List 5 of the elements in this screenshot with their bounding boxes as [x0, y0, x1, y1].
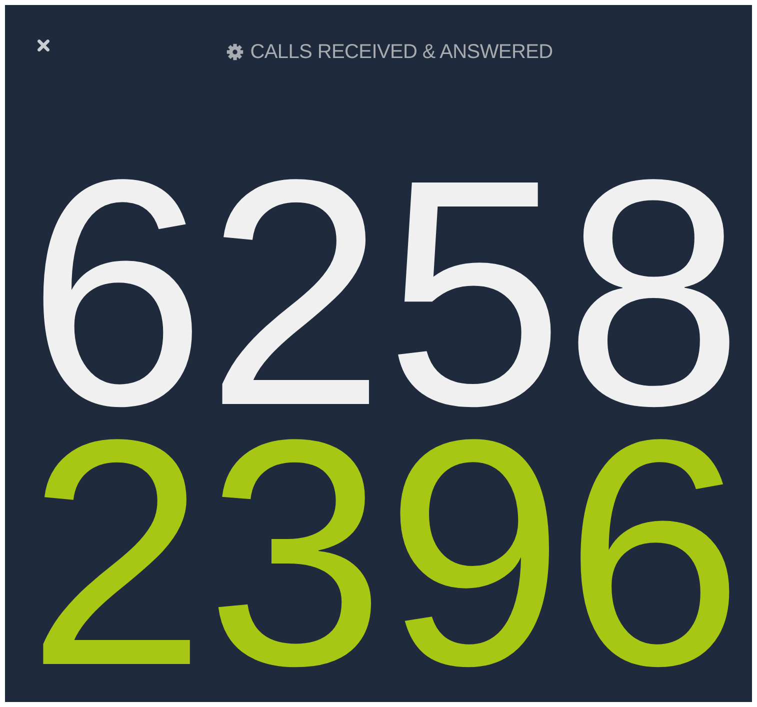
widget-title: CALLS RECEIVED & ANSWERED: [250, 40, 553, 64]
count-value: 2396: [27, 424, 744, 684]
gear-icon[interactable]: [226, 43, 244, 61]
close-icon[interactable]: [37, 39, 50, 52]
count-value: 6258: [27, 164, 744, 424]
